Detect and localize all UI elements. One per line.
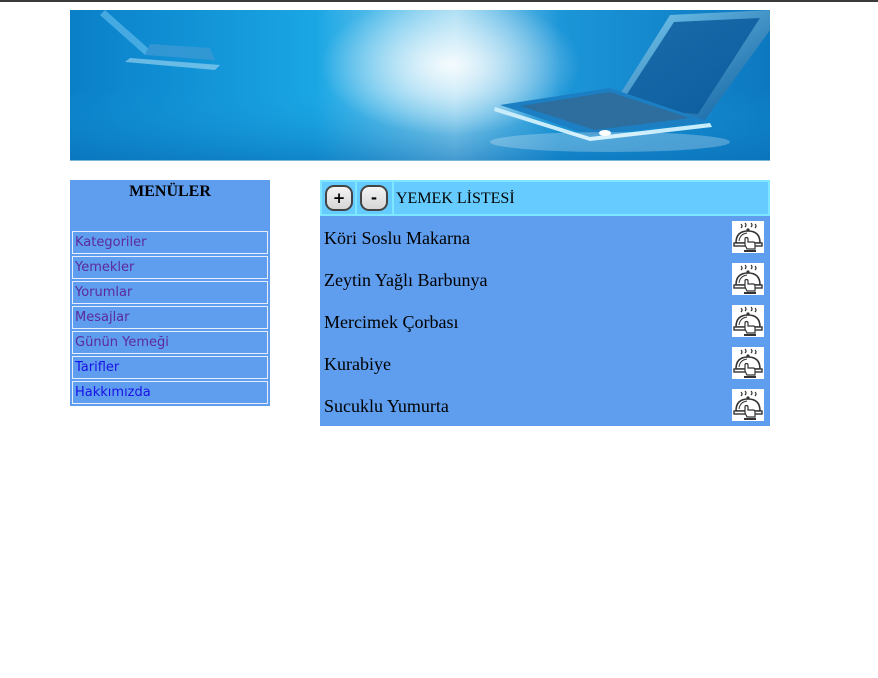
serving-dish-icon[interactable] [732,221,764,253]
menu-item-hakkimizda[interactable]: Hakkımızda [72,381,268,404]
serving-dish-icon[interactable] [732,305,764,337]
food-name[interactable]: Köri Soslu Makarna [324,227,470,249]
food-row: Mercimek Çorbası [320,301,770,343]
laptop-banner-image [70,10,770,160]
food-list-title: YEMEK LİSTESİ [396,190,515,207]
collapse-button[interactable]: - [360,185,388,211]
food-row: Köri Soslu Makarna [320,217,770,259]
food-rows: Köri Soslu Makarna Zeytin Yağlı Barbunya [320,217,770,427]
menu-item-mesajlar[interactable]: Mesajlar [72,306,268,329]
food-row: Sucuklu Yumurta [320,385,770,427]
food-name[interactable]: Sucuklu Yumurta [324,395,449,417]
menu-item-gunun-yemegi[interactable]: Günün Yemeği [72,331,268,354]
menu-item-yorumlar[interactable]: Yorumlar [72,281,268,304]
menu-title: MENÜLER [129,183,211,200]
food-row: Kurabiye [320,343,770,385]
serving-dish-icon[interactable] [732,347,764,379]
food-row: Zeytin Yağlı Barbunya [320,259,770,301]
serving-dish-icon[interactable] [732,389,764,421]
food-list-panel: + - YEMEK LİSTESİ Köri Soslu Makarna Zey… [320,180,770,426]
food-name[interactable]: Zeytin Yağlı Barbunya [324,269,488,291]
food-name[interactable]: Kurabiye [324,353,391,375]
top-border [0,0,878,2]
sidebar-menu: MENÜLER Kategoriler Yemekler Yorumlar Me… [70,180,270,406]
header-divider [355,182,357,214]
food-name[interactable]: Mercimek Çorbası [324,311,458,333]
serving-dish-icon[interactable] [732,263,764,295]
menu-item-yemekler[interactable]: Yemekler [72,256,268,279]
menu-item-kategoriler[interactable]: Kategoriler [72,231,268,254]
food-list-header: + - YEMEK LİSTESİ [320,180,770,216]
header-divider [392,182,394,214]
expand-button[interactable]: + [325,185,353,211]
header-banner [70,10,770,161]
menu-list: Kategoriler Yemekler Yorumlar Mesajlar G… [72,231,268,406]
menu-item-tarifler[interactable]: Tarifler [72,356,268,379]
